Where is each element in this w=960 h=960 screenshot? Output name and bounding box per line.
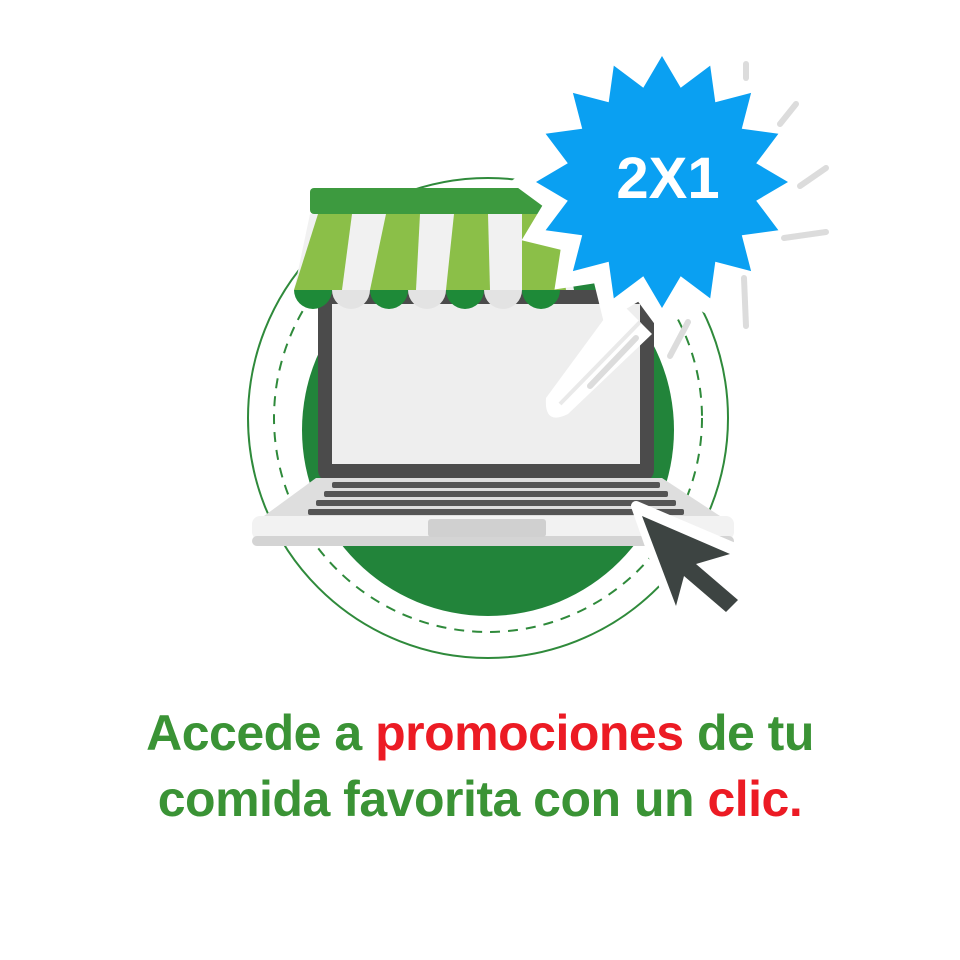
- caption-highlight-clic: clic.: [707, 771, 803, 827]
- caption-text: Accede a: [146, 705, 376, 761]
- promo-illustration: 2X1: [247, 30, 829, 659]
- caption-line-2: comida favorita con un clic.: [0, 766, 960, 832]
- promo-starburst-icon: 2X1: [536, 56, 788, 308]
- promo-caption: Accede a promociones de tu comida favori…: [0, 700, 960, 832]
- caption-highlight-promociones: promociones: [375, 705, 684, 761]
- caption-text: comida favorita con un: [157, 771, 708, 827]
- caption-text: de tu: [683, 705, 814, 761]
- caption-line-1: Accede a promociones de tu: [0, 700, 960, 766]
- badge-text: 2X1: [616, 146, 719, 211]
- storefront-awning-icon: [294, 188, 574, 309]
